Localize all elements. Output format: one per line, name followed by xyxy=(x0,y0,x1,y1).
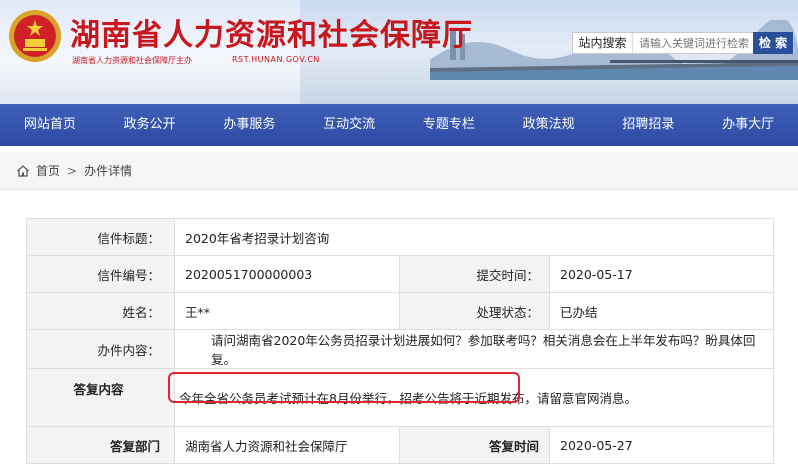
reply-highlight-box xyxy=(168,372,520,403)
content-label: 办件内容： xyxy=(26,329,175,369)
name-value: 王** xyxy=(174,292,400,330)
title-value: 2020年省考招录计划咨询 xyxy=(174,218,774,256)
table-row: 办件内容： 请问湖南省2020年公务员招录计划进展如何？参加联考吗？相关消息会在… xyxy=(26,329,774,369)
main-nav: 网站首页 政务公开 办事服务 互动交流 专题专栏 政策法规 招聘招录 办事大厅 xyxy=(0,104,798,146)
submit-time-label: 提交时间： xyxy=(399,255,550,293)
nav-item-gov-affairs[interactable]: 政务公开 xyxy=(100,104,200,146)
reply-time-label: 答复时间 xyxy=(399,426,550,464)
nav-item-recruitment[interactable]: 招聘招录 xyxy=(599,104,699,146)
breadcrumb-separator: > xyxy=(67,163,78,178)
case-detail-table: 信件标题： 2020年省考招录计划咨询 信件编号： 20200517000000… xyxy=(26,218,774,464)
search-input[interactable] xyxy=(633,33,753,53)
site-title[interactable]: 湖南省人力资源和社会保障厅 xyxy=(70,10,473,54)
dept-label: 答复部门 xyxy=(26,426,175,464)
number-label: 信件编号： xyxy=(26,255,175,293)
emblem-icon xyxy=(9,10,61,62)
number-value: 2020051700000003 xyxy=(174,255,400,293)
table-row: 信件编号： 2020051700000003 提交时间： 2020-05-17 xyxy=(26,255,774,293)
nav-item-interaction[interactable]: 互动交流 xyxy=(299,104,399,146)
nav-item-policies[interactable]: 政策法规 xyxy=(499,104,599,146)
site-header: 湖南省人力资源和社会保障厅 湖南省人力资源和社会保障厅主办 RST.HUNAN.… xyxy=(0,0,798,104)
breadcrumb: 首页 > 办件详情 xyxy=(0,152,798,190)
site-url: RST.HUNAN.GOV.CN xyxy=(232,55,320,64)
name-label: 姓名： xyxy=(26,292,175,330)
title-label: 信件标题： xyxy=(26,218,175,256)
reply-time-value: 2020-05-27 xyxy=(549,426,774,464)
breadcrumb-home-link[interactable]: 首页 xyxy=(36,162,60,179)
nav-item-topics[interactable]: 专题专栏 xyxy=(399,104,499,146)
search-box: 站内搜索 检 索 xyxy=(572,32,794,54)
breadcrumb-current: 办件详情 xyxy=(84,164,133,178)
reply-label: 答复内容 xyxy=(26,368,175,427)
dept-value: 湖南省人力资源和社会保障厅 xyxy=(174,426,400,464)
status-label: 处理状态： xyxy=(399,292,550,330)
search-button[interactable]: 检 索 xyxy=(753,32,793,54)
nav-item-service-hall[interactable]: 办事大厅 xyxy=(698,104,798,146)
table-row: 答复部门 湖南省人力资源和社会保障厅 答复时间 2020-05-27 xyxy=(26,426,774,464)
table-row: 姓名： 王** 处理状态： 已办结 xyxy=(26,292,774,330)
site-subtitle: 湖南省人力资源和社会保障厅主办 xyxy=(72,56,192,65)
home-icon xyxy=(17,164,29,177)
nav-item-home[interactable]: 网站首页 xyxy=(0,104,100,146)
submit-time-value: 2020-05-17 xyxy=(549,255,774,293)
status-value: 已办结 xyxy=(549,292,774,330)
content-value: 请问湖南省2020年公务员招录计划进展如何？参加联考吗？相关消息会在上半年发布吗… xyxy=(174,329,774,369)
table-row: 信件标题： 2020年省考招录计划咨询 xyxy=(26,218,774,256)
search-label: 站内搜索 xyxy=(573,33,633,53)
nav-item-services[interactable]: 办事服务 xyxy=(200,104,300,146)
